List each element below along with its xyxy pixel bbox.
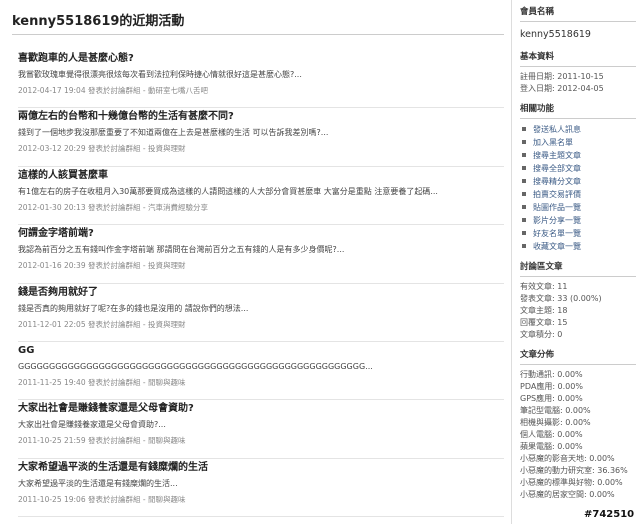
sidebar-divider [520,276,636,277]
forum-posts-heading: 討論區文章 [520,262,563,272]
distribution-item: 小惡魔的動力研究室: 36.36% [520,466,628,475]
post-distribution-list: 行動通訊: 0.00% PDA應用: 0.00% GPS應用: 0.00% 筆記… [520,369,636,501]
functions-list: 發送私人訊息 加入黑名單 搜尋主題文章 搜尋全部文章 搜尋精分文章 拍賣交易評價… [520,123,636,253]
member-name: kenny5518619 [520,29,591,40]
post-list: 喜歡跑車的人是甚麼心態? 我嘗歡玫瑰車覺得很漂亮很炫每次看到法拉利保時捷心情就很… [18,50,504,518]
auction-ratings-link[interactable]: 拍賣交易評價 [520,188,636,201]
bullet-icon [522,127,526,131]
column-divider [511,0,512,524]
post-excerpt: 大家出社會是賺錢養家還是父母會資助?... [18,420,166,430]
page-title: kenny5518619的近期活動 [12,14,185,29]
reply-posts-stat: 回覆文章: 15 [520,318,568,327]
post-excerpt: 錢是否真的夠用就好了呢?在多的錢也是沒用的 請說你們的想法... [18,303,249,313]
post-excerpt: 有1億左右的房子在收租月入30萬那要買成為這樣的人請問這樣的人大部分會買甚麼車 … [18,186,438,196]
member-name-heading: 會員名稱 [520,7,555,17]
post-points-stat: 文章積分: 0 [520,330,563,339]
post-meta: 2012-03-12 20:29 發表於討論群組 - 投資與理財 [18,144,186,154]
distribution-item: 相機與攝影: 0.00% [520,418,591,427]
post-title-link[interactable]: 大家希望過平淡的生活還是有錢糜爛的生活 [18,459,504,476]
bullet-icon [522,166,526,170]
distribution-item: 筆記型電腦: 0.00% [520,406,591,415]
post-meta: 2012-01-30 20:13 發表於討論群組 - 汽車消費經驗分享 [18,202,208,212]
bullet-icon [522,218,526,222]
search-featured-posts-link[interactable]: 搜尋精分文章 [520,175,636,188]
distribution-item: 蘋果電腦: 0.00% [520,442,583,451]
photo-gallery-link[interactable]: 貼圖作品一覽 [520,201,636,214]
post-title-link[interactable]: GG [18,342,504,359]
post-item: 大家希望過平淡的生活還是有錢糜爛的生活 大家希望過平淡的生活還是有錢糜爛的生活.… [18,459,504,518]
post-excerpt: 大家希望過平淡的生活還是有錢糜爛的生活... [18,478,178,488]
post-title-link[interactable]: 何謂金字塔前端? [18,225,504,242]
sidebar-divider [520,118,636,119]
basic-info-heading: 基本資料 [520,52,555,62]
post-distribution-heading: 文章分佈 [520,350,555,360]
bullet-icon [522,244,526,248]
register-date: 註冊日期: 2011-10-15 [520,72,604,81]
send-private-message-link[interactable]: 發送私人訊息 [520,123,636,136]
distribution-item: 個人電腦: 0.00% [520,430,583,439]
published-posts-stat: 發表文章: 33 (0.00%) [520,294,602,303]
search-all-posts-link[interactable]: 搜尋全部文章 [520,162,636,175]
post-item: GG GGGGGGGGGGGGGGGGGGGGGGGGGGGGGGGGGGGGG… [18,342,504,401]
favorites-list-link[interactable]: 收藏文章一覽 [520,240,636,253]
post-title-link[interactable]: 錢是否夠用就好了 [18,284,504,301]
post-excerpt: GGGGGGGGGGGGGGGGGGGGGGGGGGGGGGGGGGGGGGGG… [18,361,373,371]
post-meta: 2012-01-16 20:39 發表於討論群組 - 投資與理財 [18,261,186,271]
bullet-icon [522,179,526,183]
distribution-item: 小惡魔的居家空間: 0.00% [520,490,615,499]
distribution-item: GPS應用: 0.00% [520,394,583,403]
bullet-icon [522,153,526,157]
post-meta: 2011-11-25 19:40 發表於討論群組 - 閒聊與趣味 [18,377,186,387]
distribution-item: 小惡魔的標準與好物: 0.00% [520,478,623,487]
post-excerpt: 錢到了一個地步我沒那麼重要了不知道兩億在上去是甚麼樣的生活 可以告訴我差別嗎?.… [18,128,329,138]
image-id-watermark: #742510 [584,509,635,520]
activity-main: kenny5518619的近期活動 喜歡跑車的人是甚麼心態? 我嘗歡玫瑰車覺得很… [12,0,504,524]
post-item: 錢是否夠用就好了 錢是否真的夠用就好了呢?在多的錢也是沒用的 請說你們的想法..… [18,284,504,342]
post-title-link[interactable]: 兩億左右的台幣和十幾億台幣的生活有甚麼不同? [18,108,504,125]
post-title-link[interactable]: 這樣的人該買甚麼車 [18,167,504,184]
post-meta: 2011-10-25 21:59 發表於討論群組 - 閒聊與趣味 [18,436,186,446]
post-meta: 2012-04-17 19:04 發表於討論群組 - 動研室七嘴八舌吧 [18,86,208,95]
post-item: 喜歡跑車的人是甚麼心態? 我嘗歡玫瑰車覺得很漂亮很炫每次看到法拉利保時捷心情就很… [18,50,504,109]
post-title-link[interactable]: 喜歡跑車的人是甚麼心態? [18,50,504,67]
post-excerpt: 我認為前百分之五有錢叫作金字塔前端 那請問在台灣前百分之五有錢的人是有多少身價呢… [18,245,345,255]
distribution-item: PDA應用: 0.00% [520,382,583,391]
bullet-icon [522,231,526,235]
sidebar-divider [520,21,636,22]
add-blacklist-link[interactable]: 加入黑名單 [520,136,636,149]
functions-heading: 相關功能 [520,104,555,114]
post-item: 何謂金字塔前端? 我認為前百分之五有錢叫作金字塔前端 那請問在台灣前百分之五有錢… [18,225,504,284]
post-item: 這樣的人該買甚麼車 有1億左右的房子在收租月入30萬那要買成為這樣的人請問這樣的… [18,167,504,226]
video-share-link[interactable]: 影片分享一覽 [520,214,636,227]
valid-posts-stat: 有效文章: 11 [520,282,568,291]
bullet-icon [522,205,526,209]
distribution-item: 行動通訊: 0.00% [520,370,583,379]
post-item: 兩億左右的台幣和十幾億台幣的生活有甚麼不同? 錢到了一個地步我沒那麼重要了不知道… [18,108,504,167]
post-title-link[interactable]: 大家出社會是賺錢養家還是父母會資助? [18,400,504,417]
post-item: 大家出社會是賺錢養家還是父母會資助? 大家出社會是賺錢養家還是父母會資助?...… [18,400,504,459]
bullet-icon [522,192,526,196]
topic-posts-stat: 文章主題: 18 [520,306,568,315]
distribution-item: 小惡魔的影音天地: 0.00% [520,454,615,463]
post-excerpt: 我嘗歡玫瑰車覺得很漂亮很炫每次看到法拉利保時捷心情就很好這是甚麼心態?... [18,70,302,79]
title-divider [12,34,504,35]
bullet-icon [522,140,526,144]
friend-list-link[interactable]: 好友名單一覽 [520,227,636,240]
post-meta: 2011-10-25 19:06 發表於討論群組 - 閒聊與趣味 [18,494,186,504]
sidebar-divider [520,364,636,365]
forum-stats-list: 有效文章: 11 發表文章: 33 (0.00%) 文章主題: 18 回覆文章:… [520,281,636,341]
sidebar: 會員名稱 kenny5518619 基本資料 註冊日期: 2011-10-15 … [520,0,636,524]
search-topics-link[interactable]: 搜尋主題文章 [520,149,636,162]
post-meta: 2011-12-01 22:05 發表於討論群組 - 投資與理財 [18,319,186,329]
login-date: 登入日期: 2012-04-05 [520,84,604,93]
sidebar-divider [520,66,636,67]
